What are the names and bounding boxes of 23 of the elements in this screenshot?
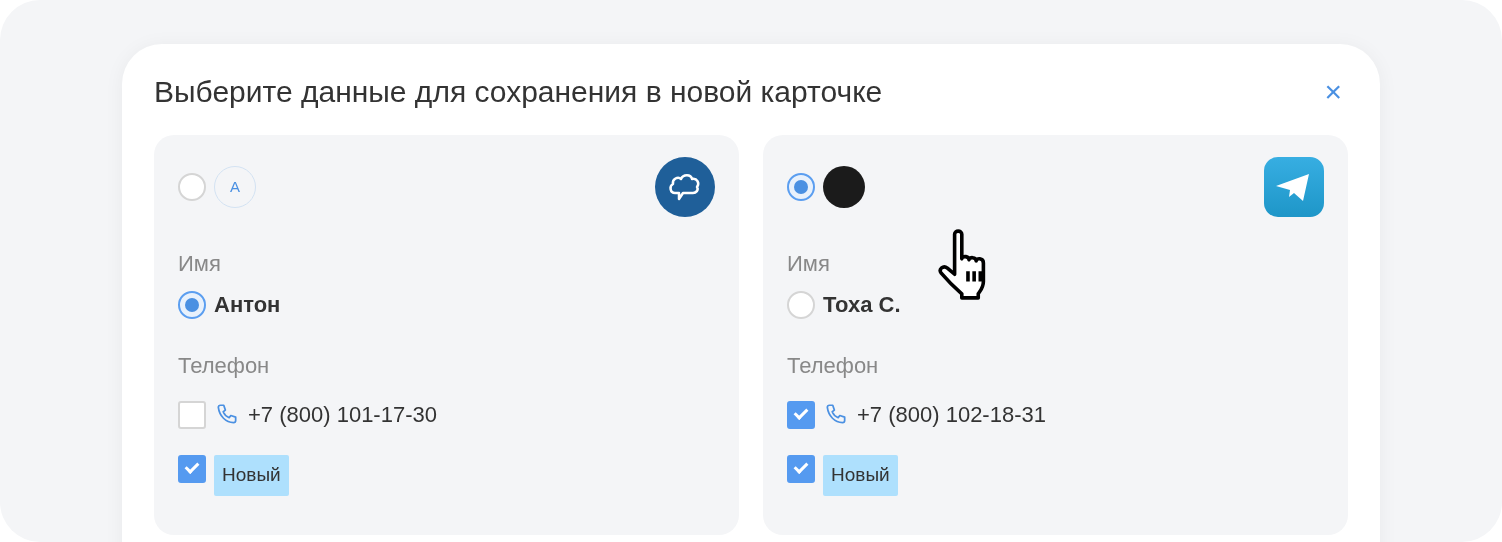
phone-number: +7 (800) 101-17-30 bbox=[248, 401, 437, 429]
cloud-chat-icon bbox=[655, 157, 715, 217]
close-button[interactable]: × bbox=[1318, 76, 1348, 107]
tag: Новый bbox=[823, 455, 898, 496]
checkbox[interactable] bbox=[178, 400, 206, 429]
checkbox[interactable] bbox=[787, 455, 815, 483]
field-label: Имя bbox=[787, 250, 831, 278]
checkbox[interactable] bbox=[178, 455, 206, 483]
name-option: Тоха С. bbox=[823, 288, 901, 321]
radio-button[interactable] bbox=[787, 290, 815, 319]
phone-number: +7 (800) 102-18-31 bbox=[857, 401, 1046, 429]
checkbox[interactable] bbox=[787, 400, 815, 429]
radio-button[interactable] bbox=[787, 173, 815, 201]
radio-button[interactable] bbox=[178, 290, 206, 319]
field-label: Имя bbox=[178, 250, 222, 278]
tag: Новый bbox=[214, 455, 289, 496]
name-option: Антон bbox=[214, 288, 281, 321]
paper-plane-icon bbox=[1264, 157, 1324, 217]
field-label: Телефон bbox=[787, 352, 880, 380]
dialog-title: Выберите данные для сохранения в новой карточке bbox=[154, 74, 883, 110]
photo-placeholder bbox=[823, 166, 865, 208]
field-label: Телефон bbox=[178, 352, 271, 380]
radio-button[interactable] bbox=[178, 173, 206, 201]
